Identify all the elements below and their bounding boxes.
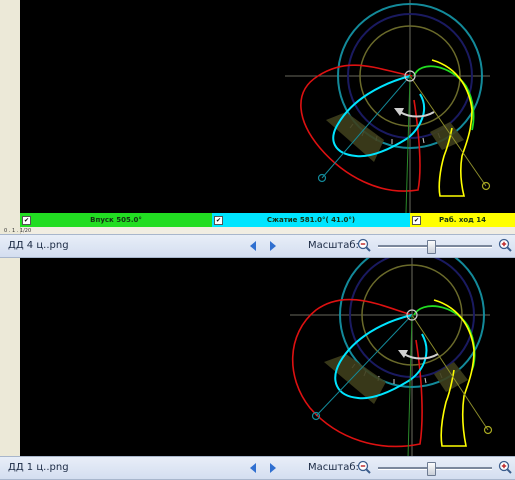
- intake-checkbox[interactable]: ✔: [22, 216, 31, 225]
- pointer-lines: [321, 75, 487, 213]
- arrow-left-icon: [250, 241, 256, 251]
- rotation-arrowhead: [394, 108, 404, 116]
- rotation-arrow-icon: [399, 111, 435, 118]
- left-strip: [0, 0, 21, 236]
- arrow-right-icon: [270, 463, 276, 473]
- prev-image-button-bottom[interactable]: [248, 462, 258, 474]
- diagram-canvas-bottom: [20, 258, 515, 458]
- file-name-label: ДД 4 ц..png: [8, 240, 69, 251]
- scale-label: Масштаб:: [308, 240, 359, 251]
- zoom-in-icon[interactable]: [498, 238, 512, 252]
- phase-intake[interactable]: ✔ Впуск 505.0°: [20, 213, 212, 227]
- file-name-label-bottom: ДД 1 ц..png: [8, 462, 69, 473]
- phase-power-label: Раб. ход 14: [439, 216, 486, 224]
- zoom-slider-thumb[interactable]: [427, 240, 436, 254]
- rotation-arrow-icon: [403, 353, 439, 360]
- crosshair-lines: [290, 258, 490, 458]
- zoom-out-icon[interactable]: [357, 460, 371, 474]
- valve-timing-diagram-bottom: [290, 258, 493, 458]
- prev-image-button[interactable]: [248, 240, 258, 252]
- rotation-arrowhead: [398, 350, 408, 358]
- arrow-right-icon: [270, 241, 276, 251]
- next-image-button[interactable]: [268, 240, 278, 252]
- next-image-button-bottom[interactable]: [268, 462, 278, 474]
- zoom-out-icon[interactable]: [357, 238, 371, 252]
- bottom-image-pane: ДД 1 ц..png Масштаб:: [0, 258, 515, 480]
- bottom-statusbar: ДД 1 ц..png Масштаб:: [0, 456, 515, 480]
- compression-checkbox[interactable]: ✔: [214, 216, 223, 225]
- phase-compression-label: Сжатие 581.0°( 41.0°): [266, 216, 356, 224]
- zoom-slider-bottom[interactable]: [378, 462, 492, 476]
- phase-compression[interactable]: ✔ Сжатие 581.0°( 41.0°): [212, 213, 410, 227]
- top-image-pane: ✔ Впуск 505.0° ✔ Сжатие 581.0°( 41.0°) ✔…: [0, 0, 515, 258]
- top-statusbar: ДД 4 ц..png Масштаб:: [0, 234, 515, 258]
- valve-timing-diagram: [285, 0, 491, 213]
- phase-legend: ✔ Впуск 505.0° ✔ Сжатие 581.0°( 41.0°) ✔…: [20, 213, 515, 227]
- arrow-left-icon: [250, 463, 256, 473]
- scale-label-bottom: Масштаб:: [308, 462, 359, 473]
- diagram-canvas: [20, 0, 515, 213]
- zoom-slider[interactable]: [378, 240, 492, 254]
- zoom-slider-thumb[interactable]: [427, 462, 436, 476]
- power-checkbox[interactable]: ✔: [412, 216, 421, 225]
- zoom-in-icon[interactable]: [498, 460, 512, 474]
- phase-intake-label: Впуск 505.0°: [90, 216, 142, 224]
- phase-power[interactable]: ✔ Раб. ход 14: [410, 213, 515, 227]
- left-strip-bottom: [0, 258, 21, 458]
